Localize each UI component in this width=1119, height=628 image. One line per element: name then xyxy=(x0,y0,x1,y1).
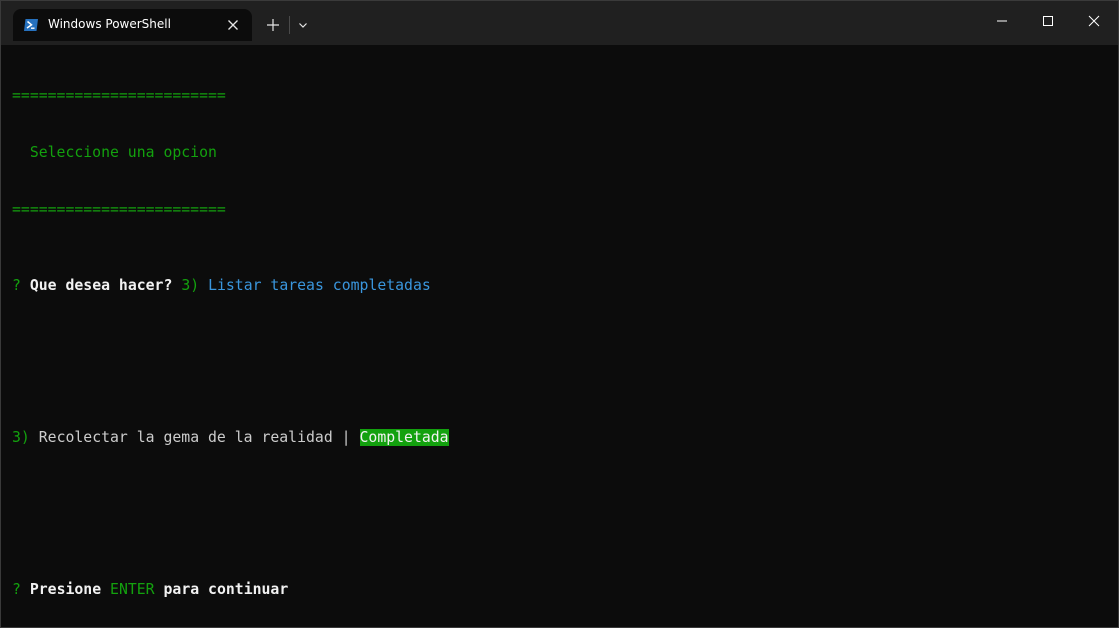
separator-line: ======================== xyxy=(12,87,226,104)
prompt-text: Presione xyxy=(29,581,102,598)
task-description: Recolectar la gema de la realidad xyxy=(38,429,333,446)
answer-number: 3) xyxy=(181,277,200,294)
minimize-icon xyxy=(997,20,1007,22)
task-separator: | xyxy=(341,429,351,446)
continue-prompt-line: ? Presione ENTER para continuar xyxy=(12,580,1110,599)
menu-title: Seleccione una opcion xyxy=(12,144,217,161)
close-icon xyxy=(1088,15,1100,27)
maximize-button[interactable] xyxy=(1025,1,1071,41)
task-line: 3) Recolectar la gema de la realidad | C… xyxy=(12,428,1110,447)
close-window-button[interactable] xyxy=(1071,1,1117,41)
minimize-button[interactable] xyxy=(979,1,1025,41)
tab-title: Windows PowerShell xyxy=(48,17,171,31)
prompt-mark: ? xyxy=(12,581,21,598)
maximize-icon xyxy=(1043,16,1053,26)
close-tab-icon[interactable] xyxy=(224,16,242,34)
question-prompt-line: ? Que desea hacer? 3) Listar tareas comp… xyxy=(12,276,1110,295)
tab-windows-powershell[interactable]: Windows PowerShell xyxy=(13,9,252,41)
prompt-text: para continuar xyxy=(163,581,289,598)
prompt-mark: ? xyxy=(12,277,21,294)
answer-text: Listar tareas completadas xyxy=(208,277,431,294)
new-tab-icon[interactable] xyxy=(263,15,283,35)
powershell-icon xyxy=(23,17,39,33)
terminal-window: Windows PowerShell =====================… xyxy=(0,0,1119,628)
separator-line: ======================== xyxy=(12,201,226,218)
tab-separator xyxy=(289,16,290,34)
status-badge: Completada xyxy=(359,429,449,446)
chevron-down-icon[interactable] xyxy=(294,16,312,34)
task-number: 3) xyxy=(12,429,30,446)
prompt-question: Que desea hacer? xyxy=(29,277,173,294)
terminal-output[interactable]: ======================== Seleccione una … xyxy=(12,48,1110,627)
title-bar[interactable]: Windows PowerShell xyxy=(1,1,1118,45)
enter-key-label: ENTER xyxy=(110,581,155,598)
